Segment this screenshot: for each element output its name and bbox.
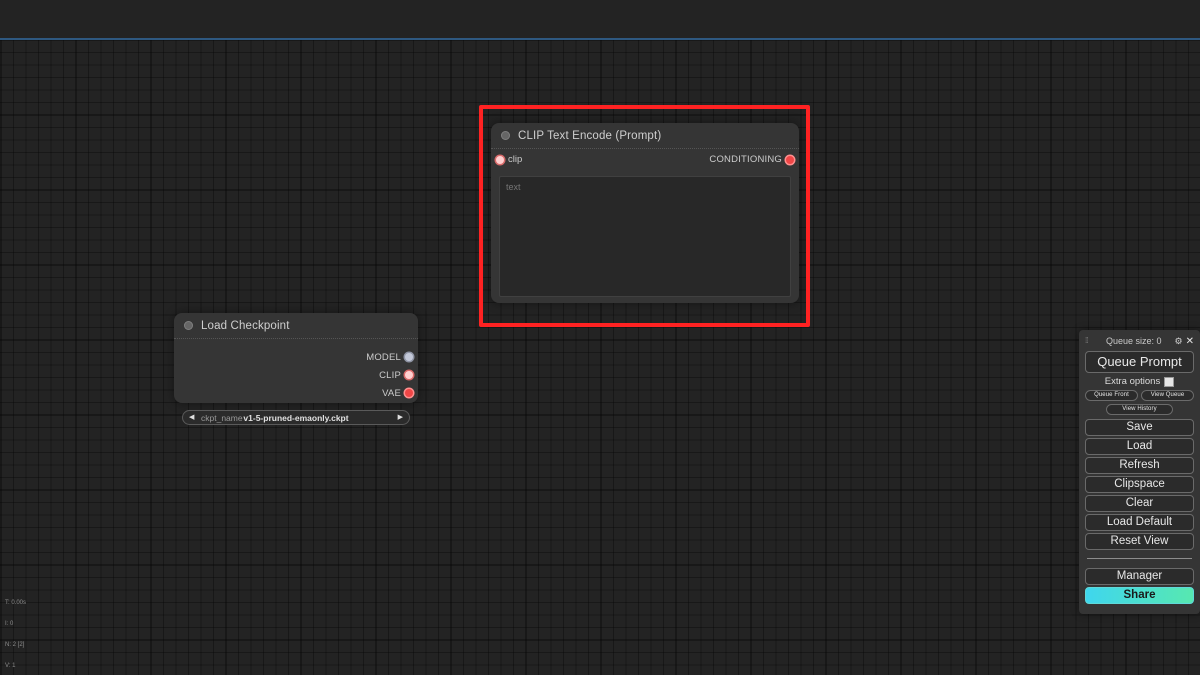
text-prompt-input[interactable] xyxy=(499,176,791,297)
menu-header[interactable]: ⁞⁞ Queue size: 0 ⚙ ✕ xyxy=(1085,334,1194,348)
refresh-button[interactable]: Refresh xyxy=(1085,457,1194,474)
node-slot-row: VAE xyxy=(174,384,418,402)
output-slot-dot-vae[interactable] xyxy=(405,389,413,397)
input-slot-dot-clip[interactable] xyxy=(496,155,504,164)
stat-time: T: 0.00s xyxy=(5,600,27,606)
node-title-label: CLIP Text Encode (Prompt) xyxy=(518,129,662,142)
ckpt-name-label: ckpt_name xyxy=(201,412,243,423)
stat-iterations: I: 0 xyxy=(5,621,14,627)
canvas-stats-overlay: T: 0.00s I: 0 N: 2 [2] V: 1 FPS:59.88 xyxy=(5,586,33,675)
queue-nav-button-row: Queue Front View Queue xyxy=(1085,390,1194,401)
output-slot-label-vae: VAE xyxy=(382,387,401,399)
comfy-menu-panel: ⁞⁞ Queue size: 0 ⚙ ✕ Queue Prompt Extra … xyxy=(1079,330,1200,614)
extra-options-checkbox[interactable] xyxy=(1164,376,1175,387)
gear-icon[interactable]: ⚙ xyxy=(1175,336,1183,347)
node-body-load-checkpoint: MODEL CLIP VAE ◀ ckpt_name v1-5-pruned-e… xyxy=(174,339,418,425)
chevron-right-icon[interactable]: ▶ xyxy=(398,414,403,421)
node-body-clip-text-encode: clip CONDITIONING xyxy=(491,149,799,297)
ckpt-name-combo-widget[interactable]: ◀ ckpt_name v1-5-pruned-emaonly.ckpt ▶ xyxy=(182,410,410,425)
output-slot-dot-conditioning[interactable] xyxy=(786,155,794,164)
node-load-checkpoint[interactable]: Load Checkpoint MODEL CLIP VAE ◀ ckpt_na… xyxy=(174,313,418,425)
reset-view-button[interactable]: Reset View xyxy=(1085,533,1194,550)
clear-button[interactable]: Clear xyxy=(1085,495,1194,512)
comfyui-app: CLIP Text Encode (Prompt) clip CONDITION… xyxy=(0,0,1200,675)
stat-version: V: 1 xyxy=(5,663,16,669)
extra-options-label: Extra options xyxy=(1104,376,1161,387)
node-title-bar-load-checkpoint[interactable]: Load Checkpoint xyxy=(174,313,418,339)
node-title-bar-clip-text-encode[interactable]: CLIP Text Encode (Prompt) xyxy=(491,123,799,149)
output-slot-label-clip: CLIP xyxy=(379,369,401,381)
output-slot-label-conditioning: CONDITIONING xyxy=(709,154,782,165)
node-clip-text-encode[interactable]: CLIP Text Encode (Prompt) clip CONDITION… xyxy=(491,123,799,303)
extra-options-row[interactable]: Extra options xyxy=(1085,376,1194,387)
queue-front-button[interactable]: Queue Front xyxy=(1085,390,1138,401)
canvas-top-band xyxy=(0,0,1200,39)
load-default-button[interactable]: Load Default xyxy=(1085,514,1194,531)
share-button[interactable]: Share xyxy=(1085,587,1194,604)
drag-handle-icon[interactable]: ⁞⁞ xyxy=(1085,337,1093,345)
stat-nodes: N: 2 [2] xyxy=(5,642,25,648)
clipspace-button[interactable]: Clipspace xyxy=(1085,476,1194,493)
node-slot-row: MODEL xyxy=(174,348,418,366)
output-slot-dot-clip[interactable] xyxy=(405,371,413,379)
collapse-dot-icon[interactable] xyxy=(184,321,193,330)
node-slot-row: CLIP xyxy=(174,366,418,384)
menu-divider xyxy=(1087,558,1192,559)
output-slot-dot-model[interactable] xyxy=(405,353,413,361)
node-title-label: Load Checkpoint xyxy=(201,319,290,332)
queue-size-label: Queue size: 0 xyxy=(1105,336,1162,346)
queue-prompt-button[interactable]: Queue Prompt xyxy=(1085,351,1194,373)
manager-button[interactable]: Manager xyxy=(1085,568,1194,585)
input-slot-label-clip: clip xyxy=(508,154,523,165)
output-slot-label-model: MODEL xyxy=(366,351,401,363)
save-button[interactable]: Save xyxy=(1085,419,1194,436)
view-history-button[interactable]: View History xyxy=(1105,404,1174,415)
node-slot-row: clip CONDITIONING xyxy=(491,149,799,170)
view-queue-button[interactable]: View Queue xyxy=(1141,390,1194,401)
load-button[interactable]: Load xyxy=(1085,438,1194,455)
collapse-dot-icon[interactable] xyxy=(501,131,510,140)
canvas-axis-line xyxy=(0,38,1200,40)
chevron-left-icon[interactable]: ◀ xyxy=(189,414,194,421)
close-icon[interactable]: ✕ xyxy=(1186,336,1194,346)
